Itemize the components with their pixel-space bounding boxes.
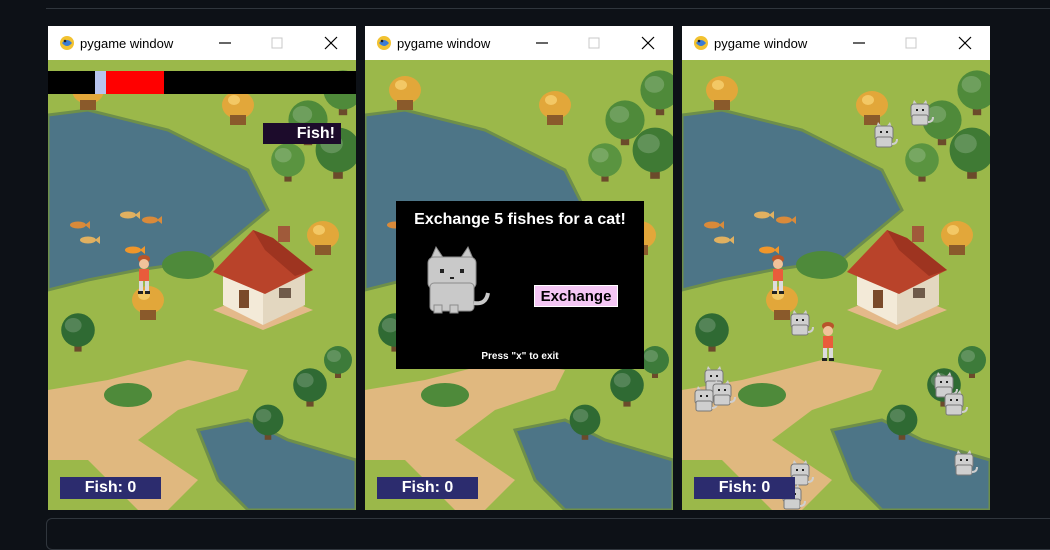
minimize-icon[interactable] — [210, 31, 240, 55]
fish-counter: Fish: 0 — [377, 477, 478, 499]
fish-button[interactable]: Fish! — [263, 123, 341, 144]
fish-counter: Fish: 0 — [60, 477, 161, 499]
close-icon[interactable] — [950, 31, 980, 55]
meter-marker — [95, 71, 106, 94]
pygame-snake-icon — [692, 34, 710, 52]
titlebar[interactable]: pygame window — [48, 26, 356, 60]
exit-hint: Press "x" to exit — [481, 351, 559, 362]
maximize-icon[interactable] — [262, 31, 292, 55]
fish-counter: Fish: 0 — [694, 477, 795, 499]
pygame-window-3[interactable]: pygame window Fish: 0 — [682, 26, 990, 510]
exchange-button[interactable]: Exchange — [534, 285, 618, 307]
pygame-window-1[interactable]: pygame window Fish! Fish: 0 — [48, 26, 356, 510]
titlebar[interactable]: pygame window — [682, 26, 990, 60]
minimize-icon[interactable] — [527, 31, 557, 55]
cat-sprite — [427, 245, 490, 314]
top-divider — [46, 0, 1050, 9]
window-title: pygame window — [714, 36, 808, 51]
window-title: pygame window — [80, 36, 174, 51]
pygame-window-2[interactable]: pygame window Exchange 5 fishes for a ca… — [365, 26, 673, 510]
minimize-icon[interactable] — [844, 31, 874, 55]
dialog-title: Exchange 5 fishes for a cat! — [414, 211, 626, 228]
exchange-dialog: Exchange 5 fishes for a cat! Exchange Pr… — [396, 201, 644, 369]
titlebar[interactable]: pygame window — [365, 26, 673, 60]
maximize-icon[interactable] — [579, 31, 609, 55]
pygame-snake-icon — [58, 34, 76, 52]
window-title: pygame window — [397, 36, 491, 51]
pygame-snake-icon — [375, 34, 393, 52]
close-icon[interactable] — [633, 31, 663, 55]
maximize-icon[interactable] — [896, 31, 926, 55]
catch-meter — [48, 71, 356, 94]
close-icon[interactable] — [316, 31, 346, 55]
game-scene[interactable] — [682, 60, 990, 510]
bottom-panel — [46, 518, 1050, 550]
meter-target-zone — [106, 71, 164, 94]
